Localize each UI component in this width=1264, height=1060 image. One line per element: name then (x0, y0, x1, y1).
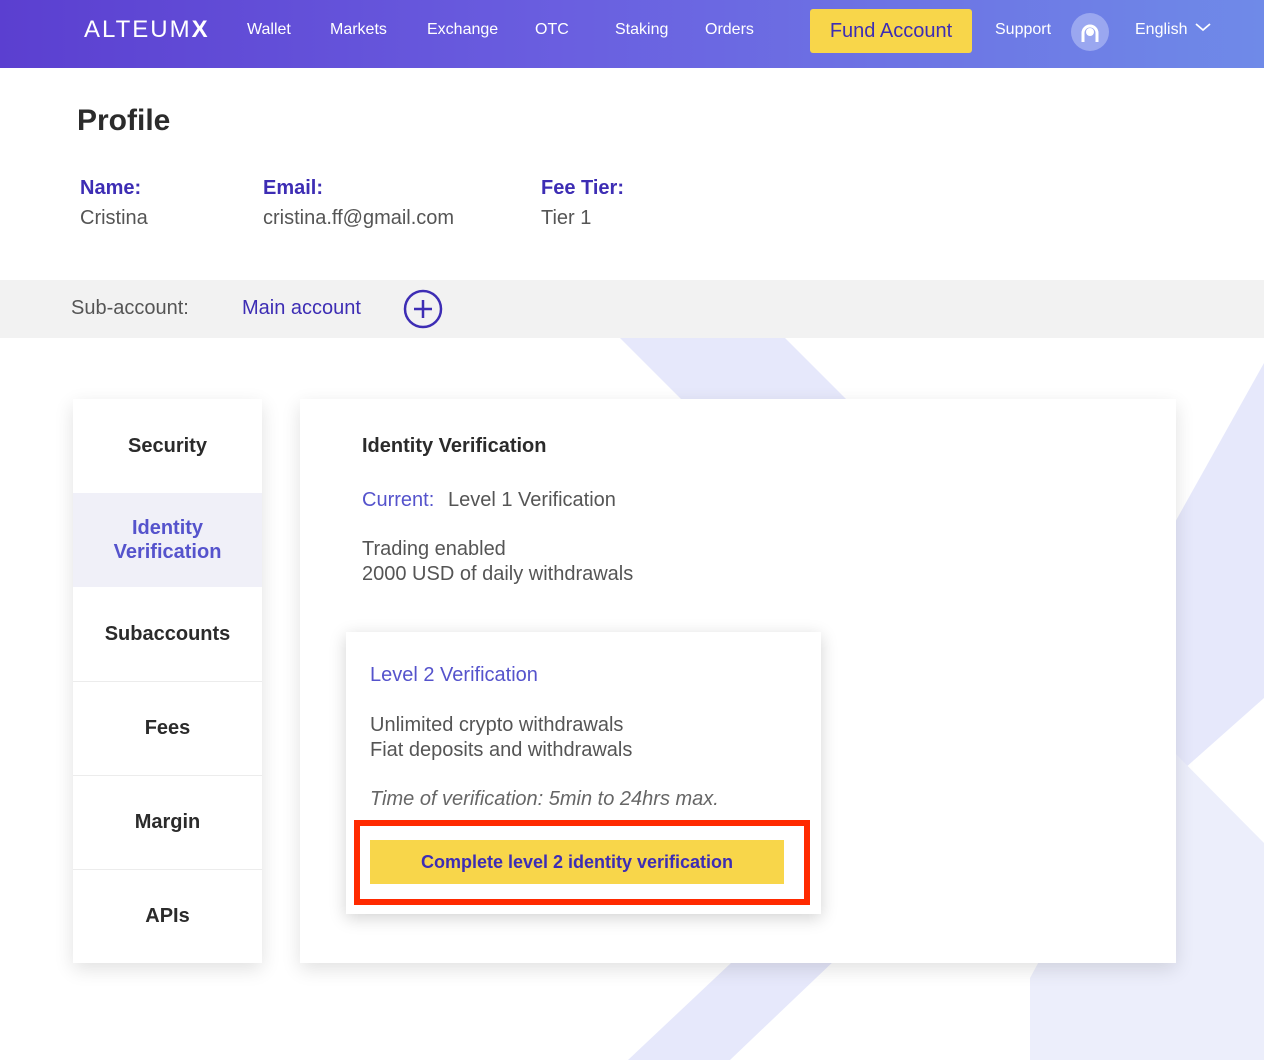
verification-time-note: Time of verification: 5min to 24hrs max. (370, 788, 719, 810)
sidebar-item-label: Margin (134, 811, 201, 833)
name-value: Cristina (80, 207, 148, 229)
sidebar-item-label: Subaccounts (104, 623, 231, 645)
nav-wallet[interactable]: Wallet (247, 21, 291, 39)
subaccount-main-link[interactable]: Main account (242, 297, 361, 320)
nav-markets[interactable]: Markets (330, 21, 387, 39)
email-label: Email: (263, 177, 324, 199)
level2-perk: Fiat deposits and withdrawals (370, 739, 633, 761)
nav-exchange[interactable]: Exchange (427, 21, 498, 39)
level2-perk: Unlimited crypto withdrawals (370, 714, 624, 736)
sidebar-item-security[interactable]: Security (73, 399, 262, 493)
add-subaccount-plus-icon[interactable] (403, 289, 443, 329)
user-avatar-icon[interactable] (1071, 13, 1109, 51)
fee-tier-label: Fee Tier: (541, 177, 624, 199)
nav-orders[interactable]: Orders (705, 21, 754, 39)
level1-perk: Trading enabled (362, 538, 506, 560)
subaccount-label: Sub-account: (71, 297, 189, 319)
sidebar-item-label: APIs (145, 905, 190, 927)
section-title: Identity Verification (362, 435, 547, 457)
sidebar-item-label: Security (128, 435, 207, 457)
language-selector[interactable]: English (1135, 21, 1187, 39)
email-value: cristina.ff@gmail.com (263, 207, 455, 229)
subaccount-bar (0, 280, 1264, 338)
fund-account-button[interactable]: Fund Account (810, 9, 972, 53)
fee-tier-value: Tier 1 (541, 207, 592, 229)
sidebar-item-label: Fees (144, 717, 191, 739)
level1-perk: 2000 USD of daily withdrawals (362, 563, 634, 585)
sidebar-item-fees[interactable]: Fees (73, 681, 262, 775)
chevron-down-icon[interactable] (1194, 20, 1212, 34)
current-level-value: Level 1 Verification (448, 489, 616, 511)
complete-level2-verification-button[interactable]: Complete level 2 identity verification (370, 840, 784, 884)
sidebar-item-apis[interactable]: APIs (73, 869, 262, 963)
sidebar-item-label: Identity Verification (113, 517, 222, 563)
top-navigation-bar: ALTEUMX Wallet Markets Exchange OTC Stak… (0, 0, 1264, 68)
sidebar-item-identity-verification[interactable]: Identity Verification (73, 493, 262, 587)
profile-sidebar: Security Identity Verification Subaccoun… (73, 399, 262, 963)
page-title: Profile (77, 104, 171, 137)
sidebar-item-subaccounts[interactable]: Subaccounts (73, 587, 262, 681)
nav-otc[interactable]: OTC (535, 21, 569, 39)
level2-title: Level 2 Verification (370, 664, 538, 686)
name-label: Name: (80, 177, 142, 199)
nav-staking[interactable]: Staking (615, 21, 668, 39)
sidebar-item-margin[interactable]: Margin (73, 775, 262, 869)
alteumx-logo[interactable]: ALTEUMX (84, 16, 210, 44)
current-level-label: Current: (362, 489, 435, 511)
nav-support[interactable]: Support (995, 21, 1051, 39)
